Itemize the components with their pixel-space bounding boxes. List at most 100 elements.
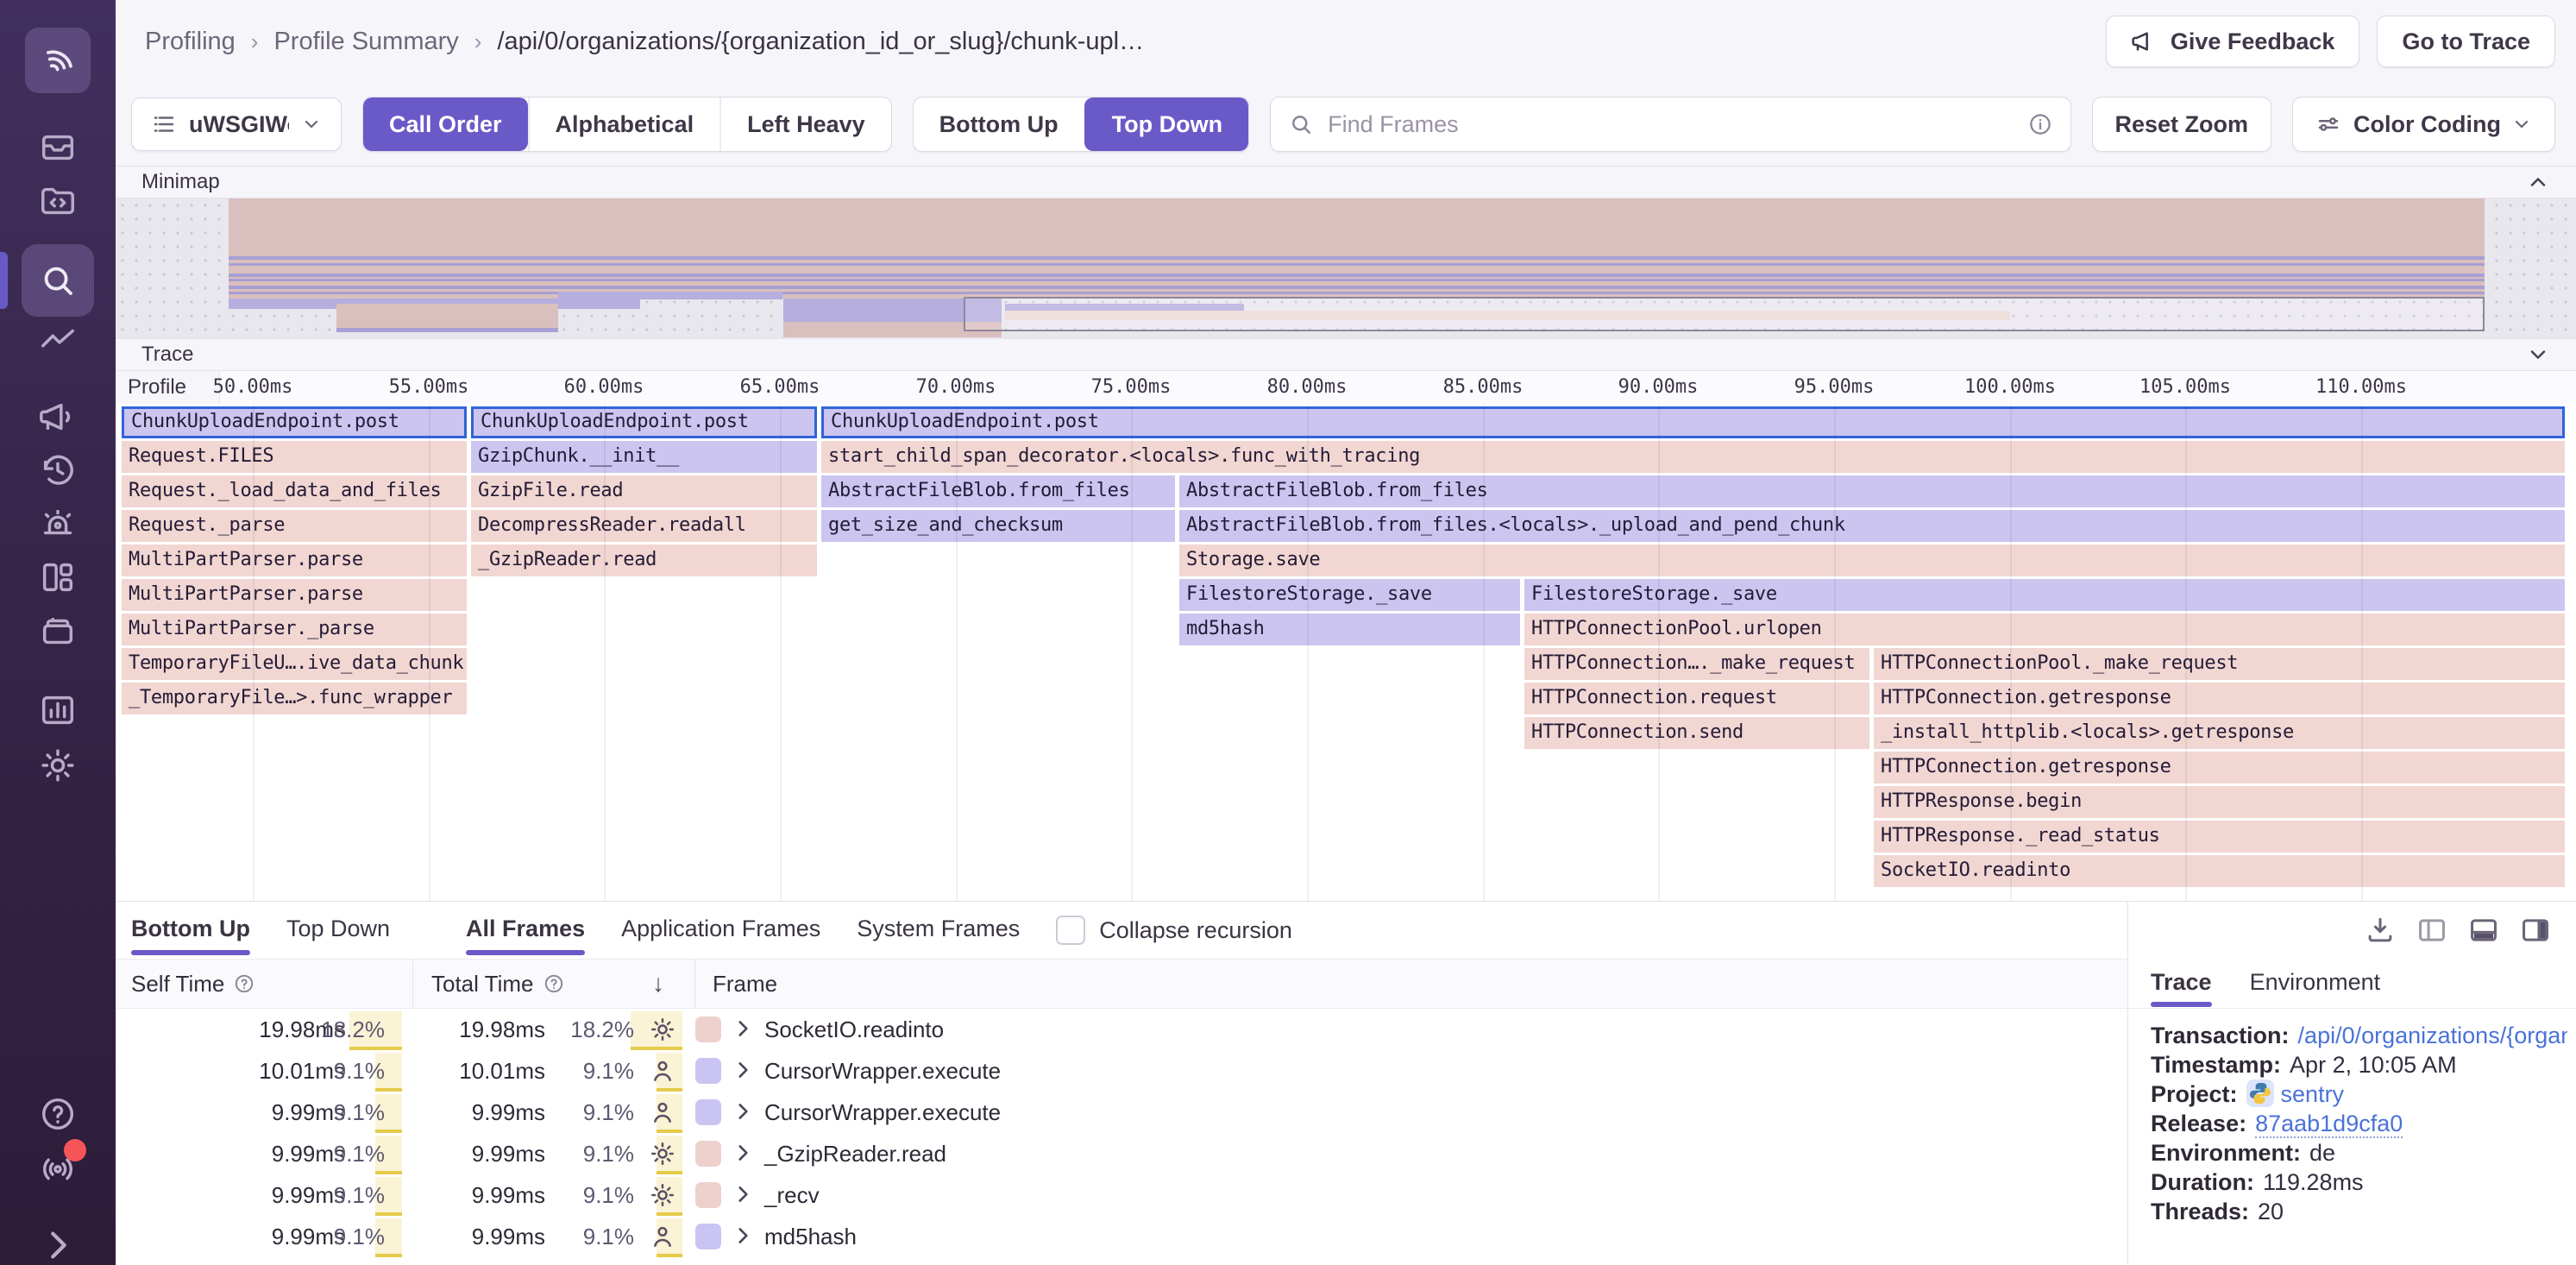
flame-frame[interactable]: ChunkUploadEndpoint.post	[821, 406, 2565, 438]
flame-frame[interactable]: HTTPConnection.send	[1524, 717, 1869, 749]
trace-header[interactable]: Trace	[116, 338, 2576, 371]
flame-frame[interactable]: Request.FILES	[122, 441, 467, 473]
profile-tab[interactable]: Profile	[116, 371, 220, 404]
tab-application-frames[interactable]: Application Frames	[621, 902, 820, 959]
sidebar-item-dashboards[interactable]	[38, 557, 78, 597]
flamegraph-canvas[interactable]: ChunkUploadEndpoint.postChunkUploadEndpo…	[116, 404, 2576, 901]
flame-frame[interactable]: FilestoreStorage._save	[1179, 579, 1520, 611]
color-coding-button[interactable]: Color Coding	[2292, 97, 2555, 152]
column-self-time[interactable]: Self Time	[131, 960, 255, 1008]
flame-frame[interactable]: AbstractFileBlob.from_files	[1179, 475, 2565, 507]
go-to-trace-button[interactable]: Go to Trace	[2377, 16, 2555, 67]
minimap-viewport[interactable]	[964, 297, 2485, 331]
expand-chevron-icon[interactable]	[732, 1183, 754, 1205]
flame-frame[interactable]: AbstractFileBlob.from_files	[821, 475, 1175, 507]
sidebar-item-issues[interactable]	[38, 128, 78, 167]
frame-table-row[interactable]: 19.98ms18.2%19.98ms18.2%SocketIO.readint…	[116, 1009, 2127, 1050]
expand-chevron-icon[interactable]	[732, 1017, 754, 1040]
flame-frame[interactable]: TemporaryFileU….ive_data_chunk	[122, 648, 467, 680]
info-icon[interactable]	[2027, 111, 2053, 137]
details-field-value[interactable]: sentry	[2281, 1081, 2345, 1107]
tab-all-frames[interactable]: All Frames	[466, 902, 585, 959]
frame-name[interactable]: SocketIO.readinto	[764, 1009, 944, 1050]
direction-bottom-up[interactable]: Bottom Up	[914, 98, 1084, 151]
sort-alphabetical[interactable]: Alphabetical	[528, 98, 720, 151]
sidebar-item-stats[interactable]	[38, 690, 78, 730]
flame-frame[interactable]: _GzipReader.read	[471, 544, 817, 576]
sort-left-heavy[interactable]: Left Heavy	[719, 98, 891, 151]
flame-frame[interactable]: get_size_and_checksum	[821, 510, 1175, 542]
sidebar-item-settings[interactable]	[38, 746, 78, 785]
column-total-time[interactable]: Total Time	[431, 960, 565, 1008]
flame-frame[interactable]: _TemporaryFile…>.func_wrapper	[122, 683, 467, 714]
frame-name[interactable]: md5hash	[764, 1216, 857, 1257]
flame-frame[interactable]: MultiPartParser._parse	[122, 614, 467, 645]
flame-frame[interactable]: Storage.save	[1179, 544, 2565, 576]
frame-name[interactable]: _GzipReader.read	[764, 1133, 946, 1174]
sentry-logo[interactable]	[25, 28, 91, 93]
flame-frame[interactable]: FilestoreStorage._save	[1524, 579, 2565, 611]
expand-chevron-icon[interactable]	[732, 1142, 754, 1164]
details-field-value[interactable]: /api/0/organizations/{organ…	[2298, 1023, 2567, 1048]
flame-frame[interactable]: HTTPConnection.getresponse	[1874, 752, 2565, 784]
sidebar-item-alerts[interactable]	[38, 504, 78, 544]
flame-frame[interactable]: HTTPConnectionPool.urlopen	[1524, 614, 2565, 645]
flame-frame[interactable]: DecompressReader.readall	[471, 510, 817, 542]
find-frames-input[interactable]	[1326, 110, 2026, 139]
flame-frame[interactable]: AbstractFileBlob.from_files.<locals>._up…	[1179, 510, 2565, 542]
tab-bottom-up[interactable]: Bottom Up	[131, 902, 250, 959]
sort-direction-arrow[interactable]: ↓	[652, 960, 664, 1008]
sidebar-item-replays[interactable]	[38, 450, 78, 490]
sidebar-expand-button[interactable]	[38, 1225, 78, 1265]
flame-frame[interactable]: HTTPConnection…._make_request	[1524, 648, 1869, 680]
sidebar-item-feedback[interactable]	[38, 397, 78, 437]
flame-frame[interactable]: MultiPartParser.parse	[122, 579, 467, 611]
flame-frame[interactable]: HTTPConnection.getresponse	[1874, 683, 2565, 714]
flame-frame[interactable]: Request._parse	[122, 510, 467, 542]
collapse-recursion-checkbox[interactable]	[1056, 916, 1085, 945]
minimap[interactable]	[116, 198, 2576, 338]
give-feedback-button[interactable]: Give Feedback	[2106, 16, 2360, 67]
frame-table-row[interactable]: 9.99ms9.1%9.99ms9.1%_recv	[116, 1174, 2127, 1216]
frame-table-row[interactable]: 9.99ms9.1%9.99ms9.1%CursorWrapper.execut…	[116, 1092, 2127, 1133]
flame-frame[interactable]: GzipChunk.__init__	[471, 441, 817, 473]
details-field-value[interactable]: 87aab1d9cfa0	[2255, 1111, 2403, 1138]
minimap-header[interactable]: Minimap	[116, 166, 2576, 198]
breadcrumb-profile-summary[interactable]: Profile Summary	[273, 28, 458, 56]
sidebar-item-traces[interactable]	[38, 321, 78, 361]
flame-frame[interactable]: ChunkUploadEndpoint.post	[471, 406, 817, 438]
details-tab-trace[interactable]: Trace	[2151, 959, 2212, 1009]
breadcrumb-profiling[interactable]: Profiling	[145, 28, 236, 56]
tab-system-frames[interactable]: System Frames	[857, 902, 1020, 959]
expand-chevron-icon[interactable]	[732, 1100, 754, 1123]
flame-frame[interactable]: HTTPConnection.request	[1524, 683, 1869, 714]
flame-frame[interactable]: HTTPConnectionPool._make_request	[1874, 648, 2565, 680]
frame-name[interactable]: _recv	[764, 1174, 820, 1216]
frame-table-row[interactable]: 9.99ms9.1%9.99ms9.1%_GzipReader.read	[116, 1133, 2127, 1174]
flame-frame[interactable]: HTTPResponse.begin	[1874, 786, 2565, 818]
details-tab-environment[interactable]: Environment	[2250, 959, 2381, 1009]
flame-frame[interactable]: MultiPartParser.parse	[122, 544, 467, 576]
flame-frame[interactable]: md5hash	[1179, 614, 1520, 645]
expand-chevron-icon[interactable]	[732, 1224, 754, 1247]
sidebar-item-search-active[interactable]	[22, 244, 94, 317]
frame-name[interactable]: CursorWrapper.execute	[764, 1050, 1001, 1092]
flame-frame[interactable]: _install_httplib.<locals>.getresponse	[1874, 717, 2565, 749]
flame-frame[interactable]: GzipFile.read	[471, 475, 817, 507]
flame-frame[interactable]: Request._load_data_and_files	[122, 475, 467, 507]
expand-chevron-icon[interactable]	[732, 1059, 754, 1081]
flame-frame[interactable]: SocketIO.readinto	[1874, 855, 2565, 887]
tab-top-down[interactable]: Top Down	[286, 902, 390, 959]
flame-frame[interactable]: ChunkUploadEndpoint.post	[122, 406, 467, 438]
frame-table-row[interactable]: 9.99ms9.1%9.99ms9.1%md5hash	[116, 1216, 2127, 1257]
sidebar-item-explore[interactable]	[38, 181, 78, 221]
thread-selector[interactable]: uWSGIWor…	[131, 98, 342, 151]
sidebar-item-releases[interactable]	[38, 611, 78, 651]
frame-table-row[interactable]: 10.01ms9.1%10.01ms9.1%CursorWrapper.exec…	[116, 1050, 2127, 1092]
flame-frame[interactable]: HTTPResponse._read_status	[1874, 821, 2565, 853]
reset-zoom-button[interactable]: Reset Zoom	[2092, 97, 2272, 152]
flame-frame[interactable]: start_child_span_decorator.<locals>.func…	[821, 441, 2565, 473]
frame-name[interactable]: CursorWrapper.execute	[764, 1092, 1001, 1133]
chevron-down-icon[interactable]	[2526, 343, 2550, 367]
sidebar-item-help[interactable]	[38, 1094, 78, 1134]
